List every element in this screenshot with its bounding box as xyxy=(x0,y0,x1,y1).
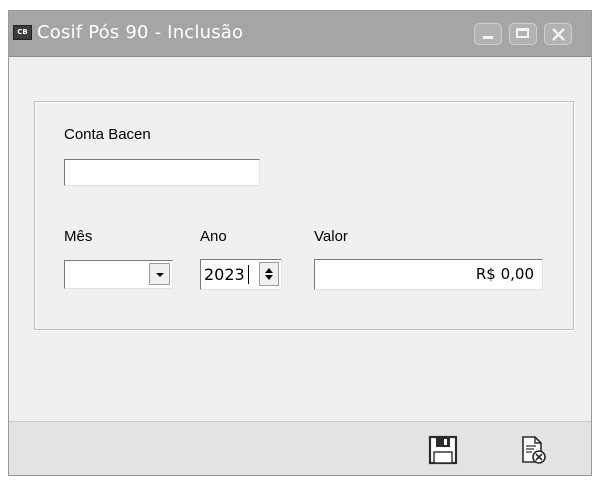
close-icon xyxy=(552,28,565,41)
app-icon: CB xyxy=(13,25,32,40)
mes-label: Mês xyxy=(64,228,93,245)
action-footer xyxy=(9,421,591,475)
mes-dropdown-button[interactable] xyxy=(149,263,170,285)
valor-value[interactable]: R$ 0,00 xyxy=(476,265,534,283)
maximize-icon xyxy=(516,28,529,38)
spin-up-icon[interactable] xyxy=(265,268,273,273)
valor-label: Valor xyxy=(314,228,348,245)
close-button[interactable] xyxy=(544,23,572,45)
spin-down-icon[interactable] xyxy=(265,275,273,280)
floppy-disk-icon[interactable] xyxy=(427,434,459,466)
form-area: Conta Bacen Mês Ano 2023 Valor R$ 0,00 xyxy=(9,57,591,421)
valor-input[interactable]: R$ 0,00 xyxy=(314,259,543,290)
conta-bacen-label: Conta Bacen xyxy=(64,126,151,143)
mes-dropdown[interactable] xyxy=(64,260,173,289)
ano-label: Ano xyxy=(200,228,227,245)
ano-spin-buttons[interactable] xyxy=(259,262,279,286)
ano-value[interactable]: 2023 xyxy=(204,265,245,284)
ano-spinner[interactable]: 2023 xyxy=(200,259,282,290)
minimize-button[interactable] xyxy=(474,23,502,45)
conta-bacen-input[interactable] xyxy=(64,159,260,186)
chevron-down-icon xyxy=(156,273,164,277)
window-title: Cosif Pós 90 - Inclusão xyxy=(37,22,244,43)
document-cancel-icon[interactable] xyxy=(517,434,549,466)
title-bar[interactable]: CB Cosif Pós 90 - Inclusão xyxy=(9,11,591,57)
text-caret xyxy=(248,265,249,284)
form-group-box: Conta Bacen Mês Ano 2023 Valor R$ 0,00 xyxy=(34,101,574,330)
dialog-window: CB Cosif Pós 90 - Inclusão Conta Bacen M… xyxy=(8,10,592,476)
maximize-button[interactable] xyxy=(509,23,537,45)
minimize-icon xyxy=(483,36,493,39)
